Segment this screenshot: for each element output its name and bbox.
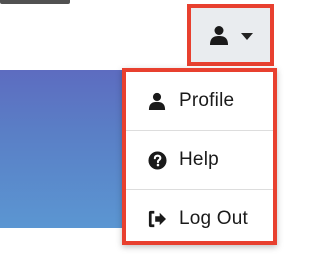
menu-item-profile[interactable]: Profile (126, 72, 273, 130)
user-icon (209, 25, 229, 45)
user-dropdown-menu: Profile Help Log Out (122, 68, 277, 245)
menu-item-help[interactable]: Help (126, 131, 273, 189)
question-circle-icon (147, 150, 167, 170)
menu-item-label: Help (179, 149, 219, 170)
sign-out-icon (147, 209, 167, 229)
heading-fragment (0, 0, 70, 4)
user-menu-toggle[interactable] (187, 4, 274, 66)
menu-item-label: Profile (179, 90, 235, 111)
user-icon (147, 91, 167, 111)
caret-down-icon (240, 32, 253, 40)
menu-item-label: Log Out (179, 208, 249, 229)
menu-item-logout[interactable]: Log Out (126, 190, 273, 248)
